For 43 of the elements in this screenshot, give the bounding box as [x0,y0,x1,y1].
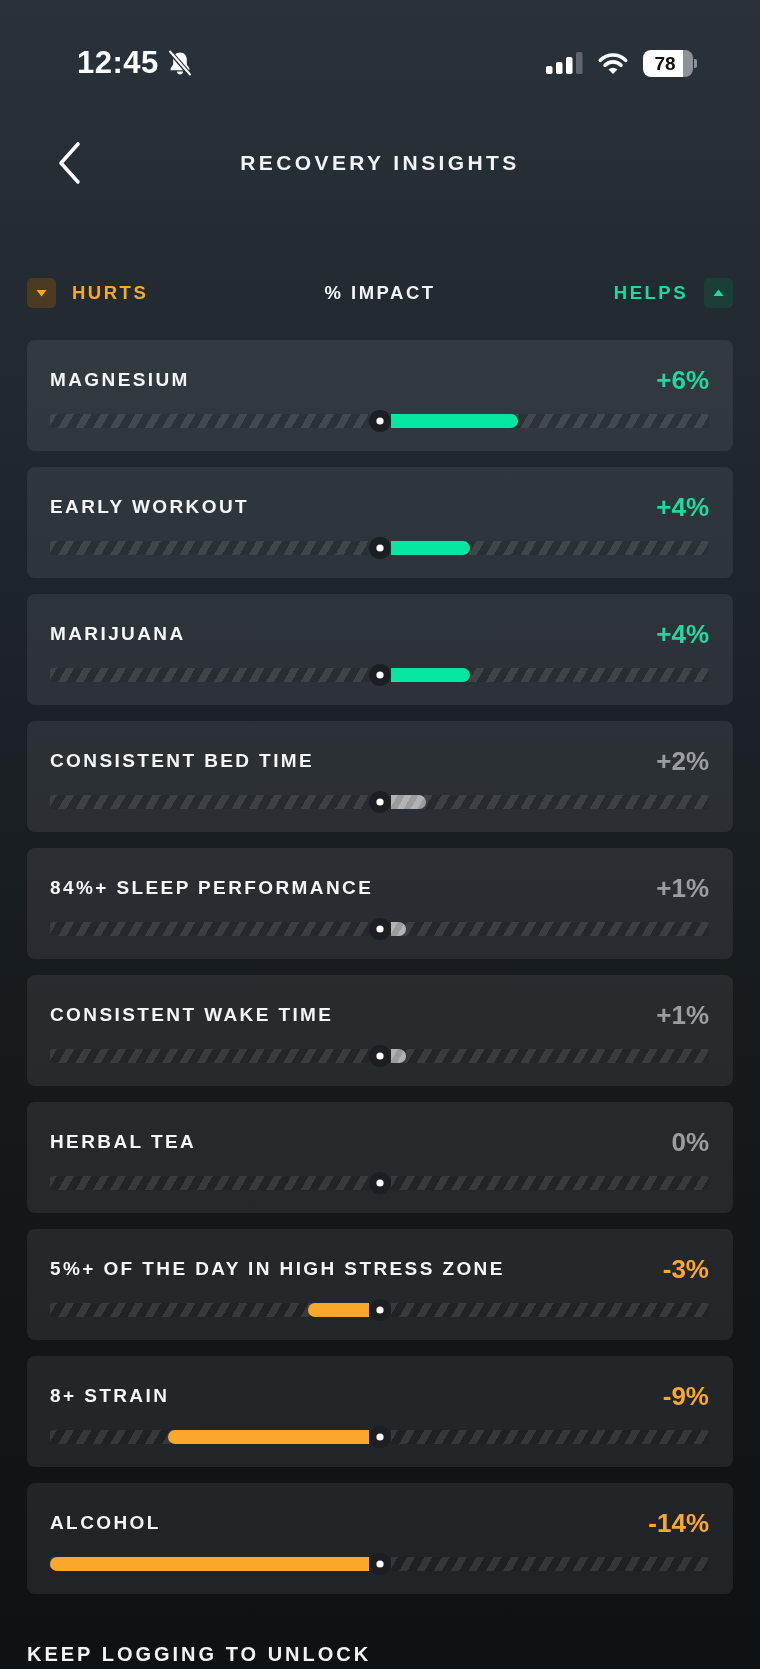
center-marker-icon [368,537,391,559]
center-marker-icon [368,1045,391,1067]
insight-name: CONSISTENT WAKE TIME [50,1003,334,1027]
impact-value: +4% [656,493,709,521]
helps-label: HELPS [613,281,688,305]
insight-name: 8+ STRAIN [50,1384,170,1408]
insight-name: MAGNESIUM [50,368,190,392]
center-marker-icon [368,1426,391,1448]
impact-value: +4% [656,620,709,648]
impact-value: -14% [648,1509,709,1537]
insight-name: EARLY WORKOUT [50,495,250,519]
impact-value: -9% [662,1382,709,1410]
bell-slash-icon [166,49,193,77]
status-time: 12:45 [77,44,159,82]
impact-value: +1% [656,1001,709,1029]
insight-name: 84%+ SLEEP PERFORMANCE [50,876,374,900]
insight-name: CONSISTENT BED TIME [50,749,315,773]
impact-value: 0% [671,1128,709,1156]
impact-value: +1% [656,874,709,902]
center-marker-icon [368,1299,391,1321]
section-title: KEEP LOGGING TO UNLOCK [26,1642,373,1666]
hurts-label: HURTS [72,281,149,305]
center-marker-icon [368,791,391,813]
back-button[interactable] [57,141,81,185]
insight-name: MARIJUANA [50,622,186,646]
chevron-left-icon [57,141,81,185]
impact-value: +2% [656,747,709,775]
impact-label: % IMPACT [324,281,436,305]
impact-value: +6% [656,366,709,394]
insight-name: ALCOHOL [50,1511,161,1535]
page-title: RECOVERY INSIGHTS [240,150,520,176]
impact-value: -3% [662,1255,709,1283]
center-marker-icon [368,664,391,686]
caret-up-icon [704,278,733,308]
caret-down-icon [27,278,56,308]
wifi-icon [597,51,629,75]
insight-name: HERBAL TEA [50,1130,197,1154]
center-marker-icon [368,410,391,432]
center-marker-icon [368,1172,391,1194]
insight-name: 5%+ OF THE DAY IN HIGH STRESS ZONE [50,1257,505,1281]
signal-icon [546,52,583,74]
center-marker-icon [368,1553,391,1575]
center-marker-icon [368,918,391,940]
